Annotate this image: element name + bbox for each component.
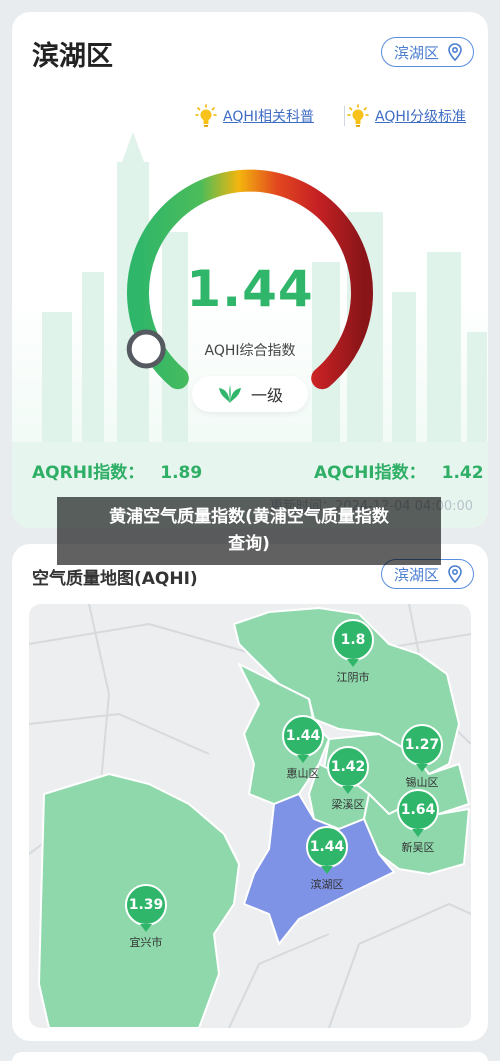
marker-value: 1.8: [332, 619, 374, 667]
marker-label: 江阴市: [336, 671, 370, 684]
marker-value: 1.27: [401, 724, 443, 772]
marker-label: 锡山区: [405, 776, 439, 789]
marker-label: 宜兴市: [129, 936, 163, 949]
aqhi-level-text: 一级: [250, 386, 283, 405]
leaf-icon: [218, 385, 241, 403]
aqhi-level-badge: 一级: [192, 376, 308, 412]
map-marker-xishan[interactable]: 1.27 锡山区: [399, 724, 445, 790]
aqhi-value: 1.44: [186, 260, 314, 318]
marker-value: 1.44: [282, 715, 324, 763]
map-marker-binhu[interactable]: 1.44 滨湖区: [304, 826, 350, 892]
map-location-label: 滨湖区: [394, 565, 440, 584]
marker-label: 新吴区: [401, 841, 435, 854]
aqhi-map-card: 空气质量地图(AQHI) 滨湖区 1.8 江阴市 1.44 惠山区 1.27 锡…: [12, 544, 488, 1041]
aqchi-value: 1.42: [441, 463, 484, 483]
overlay-line-1: 黄浦空气质量指数(黄浦空气质量指数: [109, 507, 389, 527]
map-marker-yixing[interactable]: 1.39 宜兴市: [123, 884, 169, 950]
aqhi-label: AQHI综合指数: [204, 343, 296, 359]
aqhi-overview-card: 滨湖区 滨湖区 AQHI相关科普 AQHI分级标准 1.44 AQHI综合指数 …: [12, 12, 488, 528]
aqchi-index: AQCHI指数： 1.42: [314, 458, 484, 483]
aqrhi-index: AQRHI指数： 1.89: [32, 458, 202, 483]
aqchi-label: AQCHI指数：: [314, 463, 426, 483]
marker-label: 梁溪区: [331, 798, 365, 811]
aqhi-map[interactable]: 1.8 江阴市 1.44 惠山区 1.27 锡山区 1.42 梁溪区 1.64 …: [29, 604, 471, 1028]
marker-value: 1.42: [327, 746, 369, 794]
marker-value: 1.44: [306, 826, 348, 874]
overlay-line-2: 查询): [228, 534, 270, 554]
map-marker-huishan[interactable]: 1.44 惠山区: [280, 715, 326, 781]
aqrhi-value: 1.89: [160, 463, 203, 483]
location-pin-icon: [448, 565, 462, 583]
map-marker-liangxi[interactable]: 1.42 梁溪区: [325, 746, 371, 812]
map-marker-jiangyin[interactable]: 1.8 江阴市: [330, 619, 376, 685]
marker-value: 1.39: [125, 884, 167, 932]
marker-value: 1.64: [397, 789, 439, 837]
article-title-overlay: 黄浦空气质量指数(黄浦空气质量指数 查询): [57, 497, 441, 565]
map-marker-xinwu[interactable]: 1.64 新吴区: [395, 789, 441, 855]
marker-label: 滨湖区: [310, 878, 344, 891]
map-title: 空气质量地图(AQHI): [32, 569, 198, 589]
next-card-peek: [12, 1052, 488, 1061]
aqrhi-label: AQRHI指数：: [32, 463, 145, 483]
